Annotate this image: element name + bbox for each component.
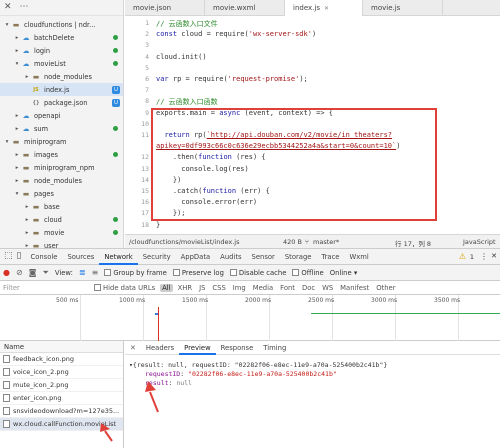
- annotation-arrows: [100, 381, 159, 442]
- preview-arrow: [149, 391, 159, 413]
- request-arrow-head: [100, 423, 110, 432]
- preview-arrow-head: [145, 381, 156, 392]
- request-arrow: [104, 430, 113, 442]
